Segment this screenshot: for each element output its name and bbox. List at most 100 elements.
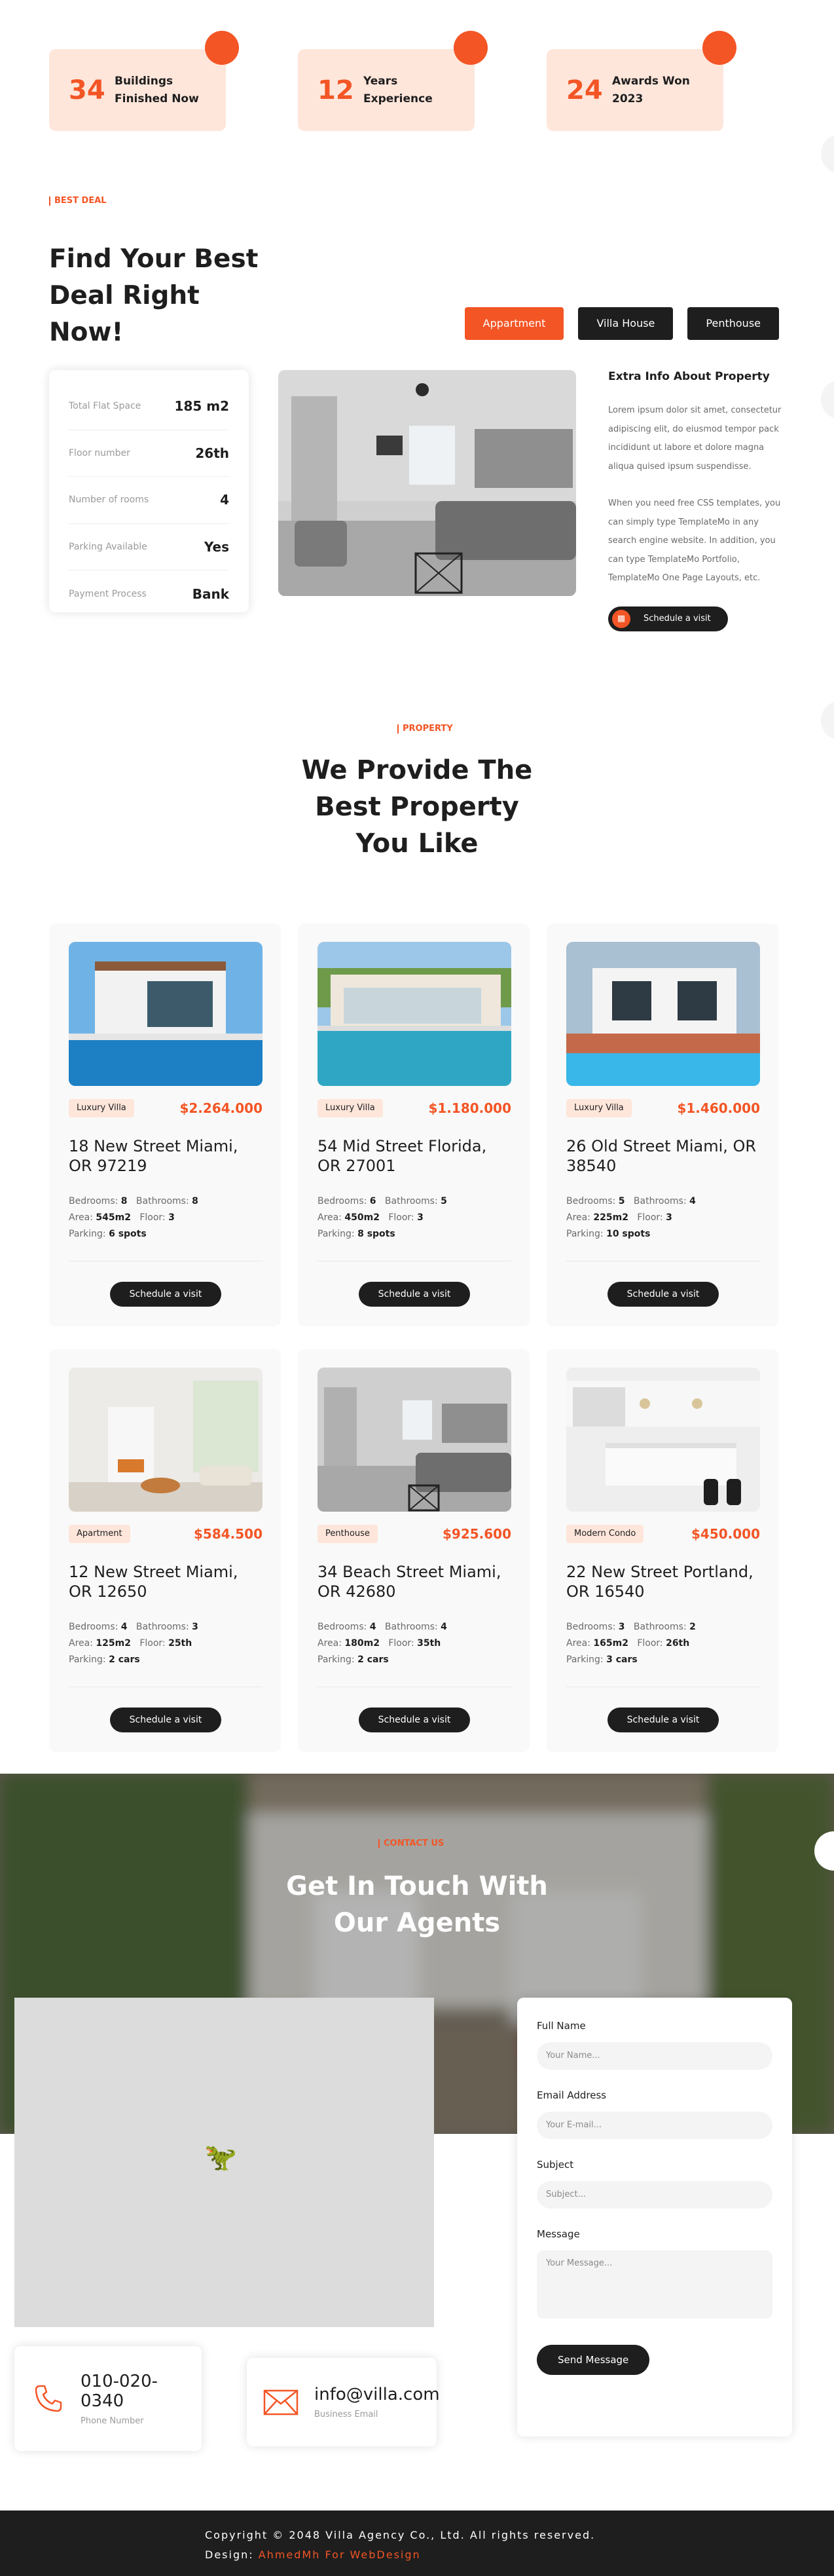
spec-value: 35th <box>417 1638 441 1649</box>
counter-dot <box>702 31 736 65</box>
spec-label: Area: <box>566 1212 590 1223</box>
extra-info-paragraph: Lorem ipsum dolor sit amet, consectetur … <box>608 405 782 472</box>
counter-label: Buildings Finished Now <box>115 74 199 105</box>
spec-value: 3 cars <box>606 1654 638 1665</box>
counter-label: Awards Won 2023 <box>612 74 690 105</box>
info-row: Floor number 26th <box>69 430 229 477</box>
schedule-visit-button[interactable]: ▦ Schedule a visit <box>608 606 728 631</box>
email-box: info@villa.com Business Email <box>247 2358 440 2446</box>
info-value: 185 m2 <box>174 398 229 415</box>
counter-label: Years Experience <box>363 74 433 105</box>
property-image[interactable] <box>317 1368 511 1512</box>
property-price: $925.600 <box>442 1526 511 1542</box>
email-text: info@villa.com Business Email <box>314 2385 440 2419</box>
property-category-badge: Luxury Villa <box>566 1099 632 1117</box>
property-specs: Bedrooms: 3 Bathrooms: 2 Area: 165m2 Flo… <box>566 1619 763 1668</box>
info-value: 4 <box>220 492 229 508</box>
counter-dot <box>205 31 239 65</box>
map-placeholder[interactable]: 🦖 <box>14 1998 434 2327</box>
property-address[interactable]: 18 New Street Miami, OR 97219 <box>69 1136 265 1176</box>
message-textarea[interactable]: Your Message... <box>537 2250 772 2319</box>
spec-value: 165m2 <box>593 1638 628 1649</box>
phone-number[interactable]: 010-020-0340 <box>81 2372 166 2411</box>
property-specs: Bedrooms: 5 Bathrooms: 4 Area: 225m2 Flo… <box>566 1193 763 1242</box>
property-title: We Provide The Best Property You Like <box>301 755 533 859</box>
schedule-visit-button[interactable]: Schedule a visit <box>110 1708 221 1732</box>
spec-value: 6 <box>369 1196 376 1206</box>
schedule-visit-button[interactable]: Schedule a visit <box>607 1282 719 1307</box>
spec-value: 5 <box>441 1196 447 1206</box>
property-price: $450.000 <box>691 1526 760 1542</box>
property-specs: Bedrooms: 4 Bathrooms: 3 Area: 125m2 Flo… <box>69 1619 265 1668</box>
phone-box: 010-020-0340 Phone Number <box>14 2346 202 2451</box>
property-specs: Bedrooms: 8 Bathrooms: 8 Area: 545m2 Flo… <box>69 1193 265 1242</box>
schedule-visit-button[interactable]: Schedule a visit <box>607 1708 719 1732</box>
spec-label: Bedrooms: <box>566 1622 616 1632</box>
counter-dot <box>454 31 488 65</box>
spec-value: 3 <box>168 1212 175 1223</box>
property-image[interactable] <box>566 942 760 1086</box>
spec-label: Floor: <box>388 1212 414 1223</box>
spec-value: 450m2 <box>344 1212 380 1223</box>
email-address[interactable]: info@villa.com <box>314 2385 440 2404</box>
copyright-text: Copyright © 2048 Villa Agency Co., Ltd. … <box>205 2529 596 2541</box>
property-address[interactable]: 12 New Street Miami, OR 12650 <box>69 1562 265 1601</box>
property-price: $1.180.000 <box>428 1100 511 1116</box>
property-image[interactable] <box>69 1368 263 1512</box>
property-address[interactable]: 26 Old Street Miami, OR 38540 <box>566 1136 763 1176</box>
spec-value: 10 spots <box>606 1229 651 1239</box>
counter-number: 24 <box>566 75 603 105</box>
envelope-icon <box>263 2385 299 2420</box>
design-credit-link[interactable]: AhmedMh For WebDesign <box>259 2548 421 2561</box>
info-value: Bank <box>192 586 229 602</box>
phone-icon <box>31 2381 66 2416</box>
schedule-visit-button[interactable]: Schedule a visit <box>110 1282 221 1307</box>
tab-penthouse[interactable]: Penthouse <box>687 307 779 340</box>
spec-label: Floor: <box>139 1638 166 1649</box>
counter-buildings: 34 Buildings Finished Now <box>49 31 239 131</box>
email-input[interactable]: Your E-mail... <box>537 2112 772 2139</box>
info-key: Floor number <box>69 447 130 458</box>
living-room-image <box>278 370 576 596</box>
phone-text: 010-020-0340 Phone Number <box>81 2372 166 2426</box>
property-category-badge: Penthouse <box>317 1525 378 1543</box>
spec-label: Area: <box>566 1638 590 1649</box>
spec-value: 4 <box>441 1622 447 1632</box>
full-name-input[interactable]: Your Name... <box>537 2042 772 2070</box>
property-address[interactable]: 54 Mid Street Florida, OR 27001 <box>317 1136 514 1176</box>
property-image[interactable] <box>69 942 263 1086</box>
tab-appartment[interactable]: Appartment <box>464 307 564 340</box>
contact-form: Full Name Your Name... Email Address You… <box>517 1998 792 2436</box>
spec-label: Floor: <box>388 1638 414 1649</box>
send-message-button[interactable]: Send Message <box>537 2345 650 2375</box>
property-image[interactable] <box>566 1368 760 1512</box>
contact-title: Get In Touch With Our Agents <box>286 1871 548 1938</box>
decorative-circle <box>821 134 834 174</box>
counter-awards: 24 Awards Won 2023 <box>547 31 736 131</box>
schedule-visit-button[interactable]: Schedule a visit <box>359 1708 470 1732</box>
property-address[interactable]: 22 New Street Portland, OR 16540 <box>566 1562 763 1601</box>
spec-value: 3 <box>417 1212 424 1223</box>
spec-value: 3 <box>666 1212 672 1223</box>
spec-value: 2 cars <box>357 1654 389 1665</box>
spec-label: Floor: <box>139 1212 166 1223</box>
calendar-icon: ▦ <box>612 609 630 628</box>
tab-villa-house[interactable]: Villa House <box>578 307 674 340</box>
spec-value: 8 <box>192 1196 198 1206</box>
decorative-circle <box>821 380 834 419</box>
info-value: Yes <box>204 538 229 555</box>
best-deal-kicker: Best Deal <box>49 196 107 206</box>
property-image[interactable] <box>317 942 511 1086</box>
property-address[interactable]: 34 Beach Street Miami, OR 42680 <box>317 1562 514 1601</box>
spec-label: Bathrooms: <box>384 1622 438 1632</box>
property-card: Modern Condo $450.000 22 New Street Port… <box>547 1349 778 1752</box>
subject-input[interactable]: Subject... <box>537 2181 772 2209</box>
spec-label: Area: <box>69 1212 93 1223</box>
spec-label: Floor: <box>637 1638 663 1649</box>
spec-label: Area: <box>317 1638 342 1649</box>
spec-value: 125m2 <box>96 1638 131 1649</box>
property-card: Luxury Villa $1.180.000 54 Mid Street Fl… <box>298 924 530 1326</box>
property-price: $1.460.000 <box>677 1100 760 1116</box>
schedule-visit-button[interactable]: Schedule a visit <box>359 1282 470 1307</box>
message-label: Message <box>537 2228 580 2240</box>
